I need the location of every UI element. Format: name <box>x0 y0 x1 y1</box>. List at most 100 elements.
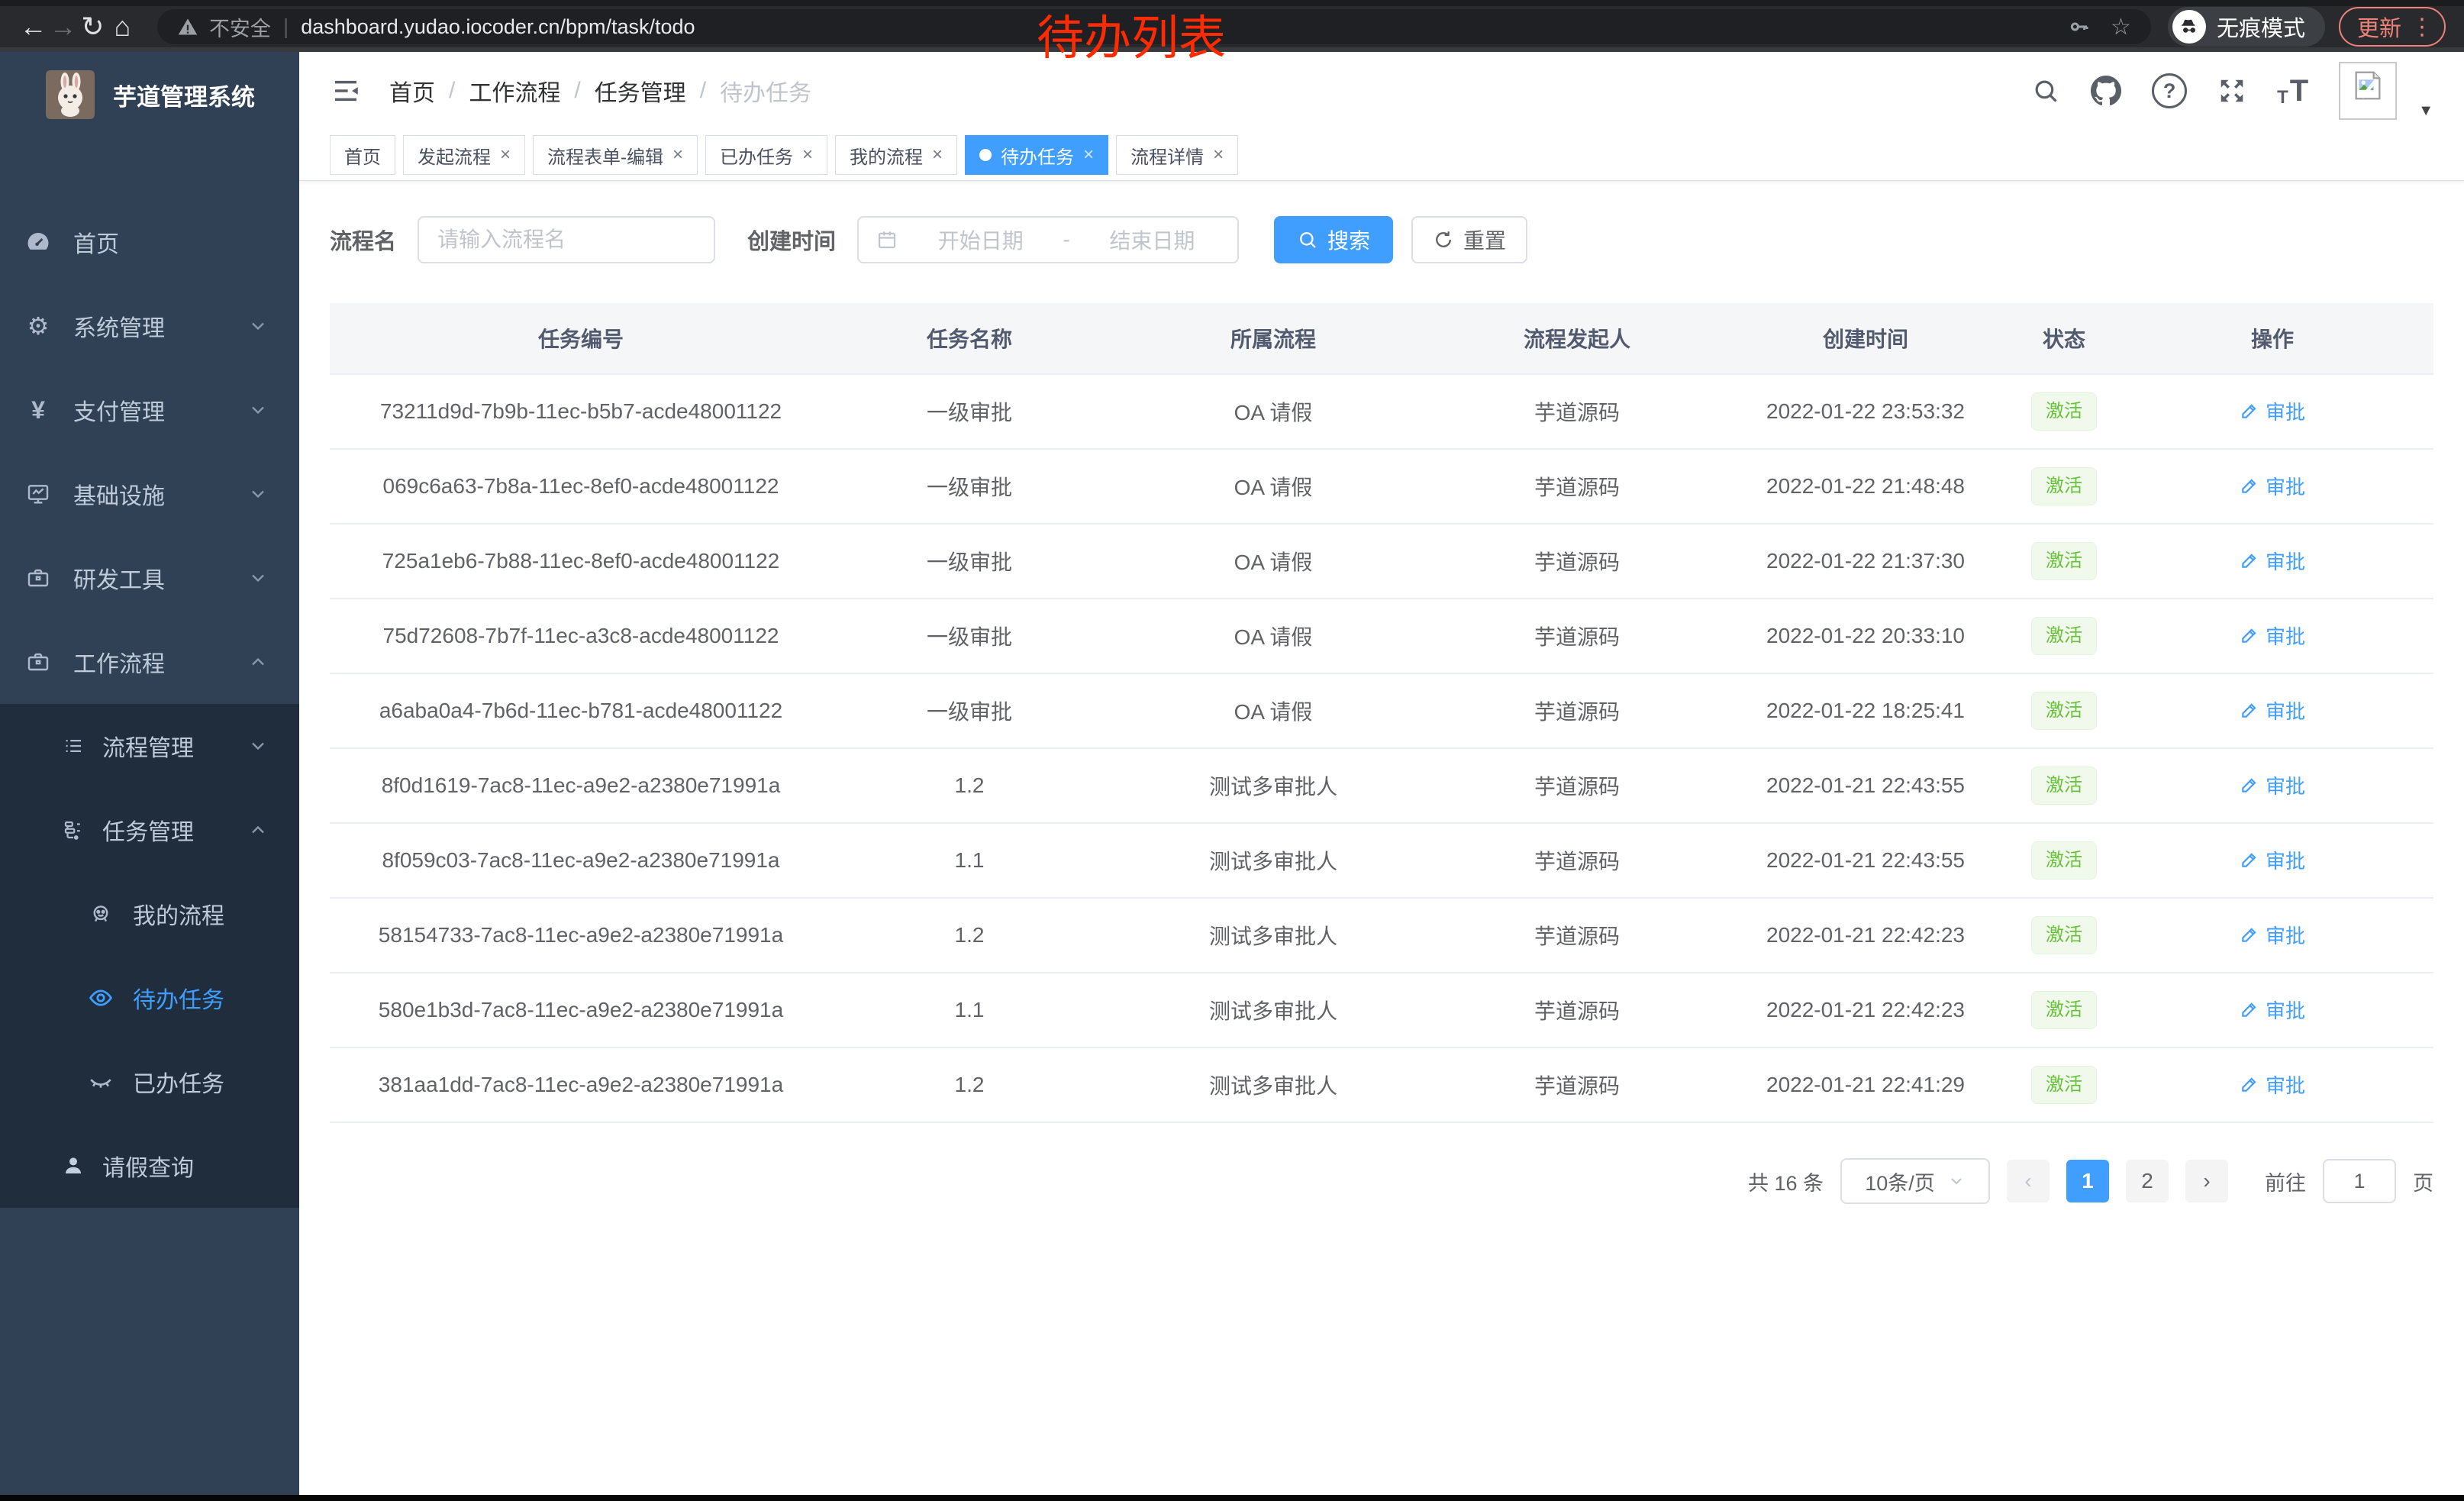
approve-link[interactable]: 审批 <box>2240 846 2305 874</box>
workflow-submenu: 流程管理 任务管理 我的流程 <box>0 704 299 1208</box>
table-row: 381aa1dd-7ac8-11ec-a9e2-a2380e71991a 1.2… <box>330 1048 2433 1123</box>
tab-my-process[interactable]: 我的流程 × <box>835 135 957 175</box>
cell-task-id: 75d72608-7b7f-11ec-a3c8-acde48001122 <box>330 624 832 648</box>
approve-label: 审批 <box>2266 921 2305 949</box>
sidebar-item-leave-query[interactable]: 请假查询 <box>0 1124 299 1208</box>
tab-process-form-edit[interactable]: 流程表单-编辑 × <box>533 135 698 175</box>
breadcrumb-workflow[interactable]: 工作流程 <box>469 74 560 108</box>
approve-link[interactable]: 审批 <box>2240 771 2305 799</box>
sidebar-item-label: 流程管理 <box>102 729 194 763</box>
tab-done-task[interactable]: 已办任务 × <box>705 135 827 175</box>
tab-process-detail[interactable]: 流程详情 × <box>1116 135 1238 175</box>
cell-created: 2022-01-22 18:25:41 <box>1714 699 2017 723</box>
fullscreen-icon[interactable] <box>2217 76 2246 105</box>
close-icon[interactable]: × <box>1213 146 1224 164</box>
sidebar-item-done-task[interactable]: 已办任务 <box>0 1040 299 1124</box>
sidebar-item-workflow[interactable]: 工作流程 <box>0 620 299 704</box>
search-icon[interactable] <box>2031 76 2060 105</box>
active-dot <box>979 149 992 161</box>
sidebar-item-todo-task[interactable]: 待办任务 <box>0 956 299 1040</box>
reload-icon[interactable]: ↻ <box>78 9 108 44</box>
next-page-button[interactable]: › <box>2185 1160 2228 1202</box>
reset-button[interactable]: 重置 <box>1411 216 1527 263</box>
cell-created: 2022-01-22 20:33:10 <box>1714 624 2017 648</box>
sidebar-collapse-icon[interactable] <box>330 75 362 107</box>
sidebar-item-process-mgmt[interactable]: 流程管理 <box>0 704 299 788</box>
page-size-select[interactable]: 10条/页 <box>1840 1158 1990 1204</box>
page-button-2[interactable]: 2 <box>2126 1160 2169 1202</box>
back-icon[interactable]: ← <box>18 9 48 44</box>
breadcrumb-task-mgmt[interactable]: 任务管理 <box>595 74 686 108</box>
sidebar-item-infra[interactable]: 基础设施 <box>0 452 299 536</box>
cell-created: 2022-01-21 22:43:55 <box>1714 773 2017 798</box>
avatar[interactable] <box>2339 62 2397 120</box>
sidebar-item-system[interactable]: ⚙ 系统管理 <box>0 284 299 368</box>
incognito-badge: 无痕模式 <box>2168 7 2325 47</box>
gear-icon: ⚙ <box>23 314 53 338</box>
close-icon[interactable]: × <box>802 146 813 164</box>
approve-link[interactable]: 审批 <box>2240 472 2305 500</box>
approve-link[interactable]: 审批 <box>2240 397 2305 425</box>
status-badge: 激活 <box>2031 617 2097 655</box>
prev-page-button[interactable]: ‹ <box>2007 1160 2050 1202</box>
search-icon <box>1297 229 1318 250</box>
sidebar-item-label: 我的流程 <box>133 897 224 931</box>
close-icon[interactable]: × <box>672 146 683 164</box>
screen: ← → ↻ ⌂ 不安全 | dashboard.yudao.iocoder.cn… <box>0 0 2464 1501</box>
cell-action: 审批 <box>2111 996 2433 1025</box>
tab-label: 发起流程 <box>418 142 491 169</box>
github-icon[interactable] <box>2091 76 2121 106</box>
goto-label: 前往 <box>2265 1167 2306 1196</box>
goto-page-input[interactable] <box>2323 1159 2396 1203</box>
browser-menu-icon[interactable]: ⋮ <box>2411 14 2433 40</box>
approve-link[interactable]: 审批 <box>2240 996 2305 1024</box>
close-icon[interactable]: × <box>1083 146 1094 164</box>
table-row: 58154733-7ac8-11ec-a9e2-a2380e71991a 1.2… <box>330 899 2433 973</box>
cell-task-id: 73211d9d-7b9b-11ec-b5b7-acde48001122 <box>330 399 832 424</box>
cell-process: 测试多审批人 <box>1107 920 1440 951</box>
cell-starter: 芋道源码 <box>1440 471 1714 502</box>
eye-icon <box>85 985 116 1011</box>
table-header: 任务编号 任务名称 所属流程 流程发起人 创建时间 状态 操作 <box>330 303 2433 375</box>
sidebar-item-home[interactable]: 首页 <box>0 200 299 284</box>
close-icon[interactable]: × <box>500 146 511 164</box>
tab-home[interactable]: 首页 <box>330 135 395 175</box>
status-badge: 激活 <box>2031 692 2097 730</box>
approve-link[interactable]: 审批 <box>2240 547 2305 575</box>
bookmark-star-icon[interactable]: ☆ <box>2111 14 2131 40</box>
sidebar-item-payment[interactable]: ¥ 支付管理 <box>0 368 299 452</box>
sidebar-item-devtools[interactable]: 研发工具 <box>0 536 299 620</box>
help-icon[interactable]: ? <box>2152 73 2187 108</box>
insecure-warning-icon <box>177 16 198 37</box>
person-icon <box>58 1154 89 1177</box>
sidebar-item-label: 基础设施 <box>73 477 165 511</box>
approve-link[interactable]: 审批 <box>2240 621 2305 650</box>
key-icon[interactable] <box>2068 15 2091 38</box>
approve-link[interactable]: 审批 <box>2240 1070 2305 1099</box>
process-name-input[interactable] <box>418 216 715 263</box>
table-row: 8f0d1619-7ac8-11ec-a9e2-a2380e71991a 1.2… <box>330 749 2433 824</box>
cell-action: 审批 <box>2111 547 2433 576</box>
approve-link[interactable]: 审批 <box>2240 921 2305 949</box>
pen-icon <box>2240 700 2259 720</box>
home-icon[interactable]: ⌂ <box>108 9 137 44</box>
forward-icon[interactable]: → <box>48 9 78 44</box>
tab-todo-task[interactable]: 待办任务 × <box>965 135 1108 175</box>
date-range-picker[interactable]: 开始日期 - 结束日期 <box>857 216 1239 263</box>
breadcrumb-home[interactable]: 首页 <box>389 74 435 108</box>
sidebar-item-my-process[interactable]: 我的流程 <box>0 872 299 956</box>
search-button[interactable]: 搜索 <box>1274 216 1393 263</box>
tab-start-process[interactable]: 发起流程 × <box>403 135 525 175</box>
pagination: 共 16 条 10条/页 ‹ 1 2 › 前往 页 <box>330 1158 2433 1235</box>
font-size-icon[interactable]: T T <box>2277 74 2308 108</box>
total-count: 共 16 条 <box>1748 1167 1824 1196</box>
avatar-dropdown-caret-icon[interactable]: ▼ <box>2418 102 2433 120</box>
sidebar-item-task-mgmt[interactable]: 任务管理 <box>0 788 299 872</box>
close-icon[interactable]: × <box>932 146 943 164</box>
page-button-1[interactable]: 1 <box>2066 1160 2109 1202</box>
approve-link[interactable]: 审批 <box>2240 696 2305 725</box>
logo[interactable]: 芋道管理系统 <box>0 52 299 119</box>
pen-icon <box>2240 850 2259 870</box>
update-button[interactable]: 更新 ⋮ <box>2339 7 2446 47</box>
cell-action: 审批 <box>2111 1070 2433 1100</box>
